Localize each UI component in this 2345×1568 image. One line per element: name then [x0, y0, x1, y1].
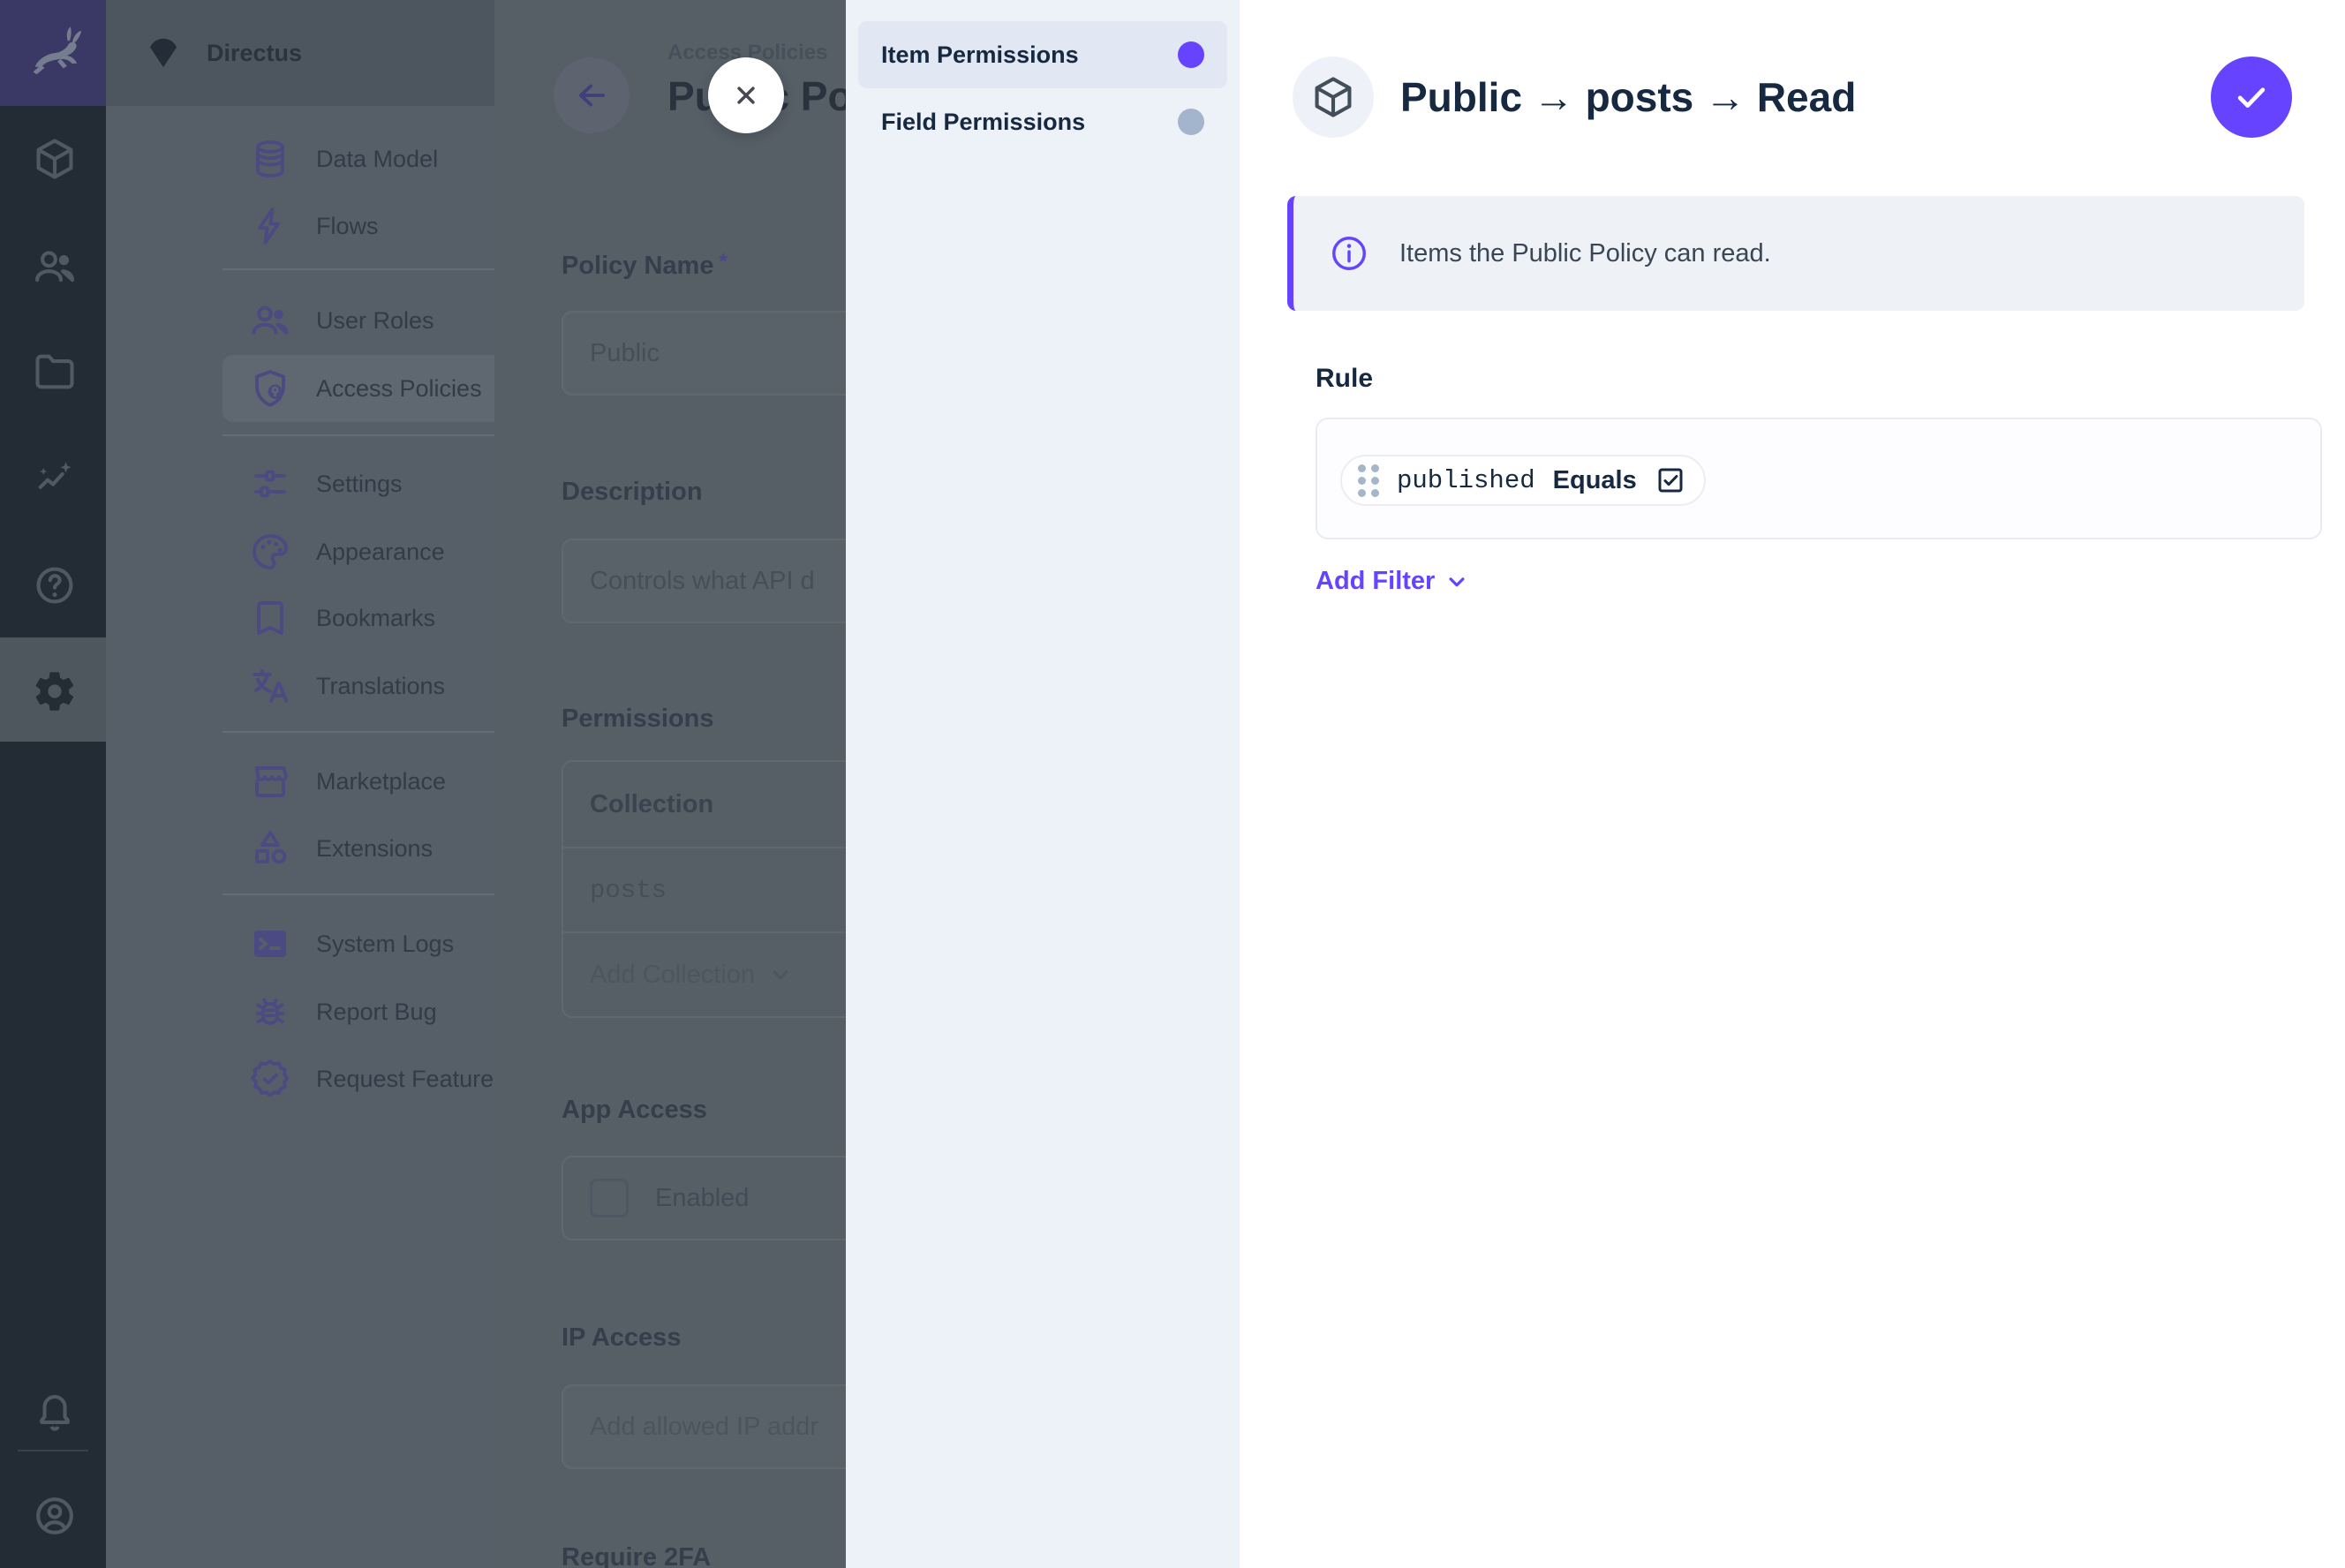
active-tab-dot	[1178, 41, 1204, 68]
drawer-main: Public → posts → Read Items the Public P…	[1240, 0, 2345, 1568]
drag-handle-icon[interactable]	[1358, 464, 1379, 497]
drawer-tab-panel: Item Permissions Field Permissions	[846, 0, 1240, 1568]
filter-field[interactable]: published	[1397, 466, 1535, 495]
close-icon	[729, 79, 763, 112]
save-button[interactable]	[2211, 57, 2292, 138]
drawer-title: Public → posts → Read	[1400, 73, 1856, 121]
info-banner-text: Items the Public Policy can read.	[1399, 239, 1771, 268]
inactive-tab-dot	[1178, 109, 1204, 135]
cube-icon	[1310, 74, 1356, 120]
tab-field-permissions[interactable]: Field Permissions	[858, 88, 1227, 155]
info-banner: Items the Public Policy can read.	[1287, 196, 2304, 311]
rule-filter-box[interactable]: published Equals	[1316, 418, 2322, 539]
rule-label: Rule	[1316, 364, 1373, 394]
chevron-down-icon	[1444, 569, 1470, 595]
close-drawer-button[interactable]	[708, 57, 784, 133]
drawer-overlay[interactable]	[0, 0, 846, 1568]
filter-chip[interactable]: published Equals	[1340, 455, 1706, 506]
drawer-avatar	[1293, 57, 1374, 138]
app: Directus Data Model Flows	[0, 0, 2345, 1568]
drawer-header: Public → posts → Read	[1293, 57, 2292, 138]
check-icon	[2232, 78, 2271, 117]
add-filter-button[interactable]: Add Filter	[1316, 567, 1470, 596]
tab-item-permissions[interactable]: Item Permissions	[858, 21, 1227, 88]
filter-operator[interactable]: Equals	[1553, 466, 1637, 495]
checkbox-checked-icon[interactable]	[1655, 464, 1686, 496]
info-icon	[1329, 233, 1369, 274]
